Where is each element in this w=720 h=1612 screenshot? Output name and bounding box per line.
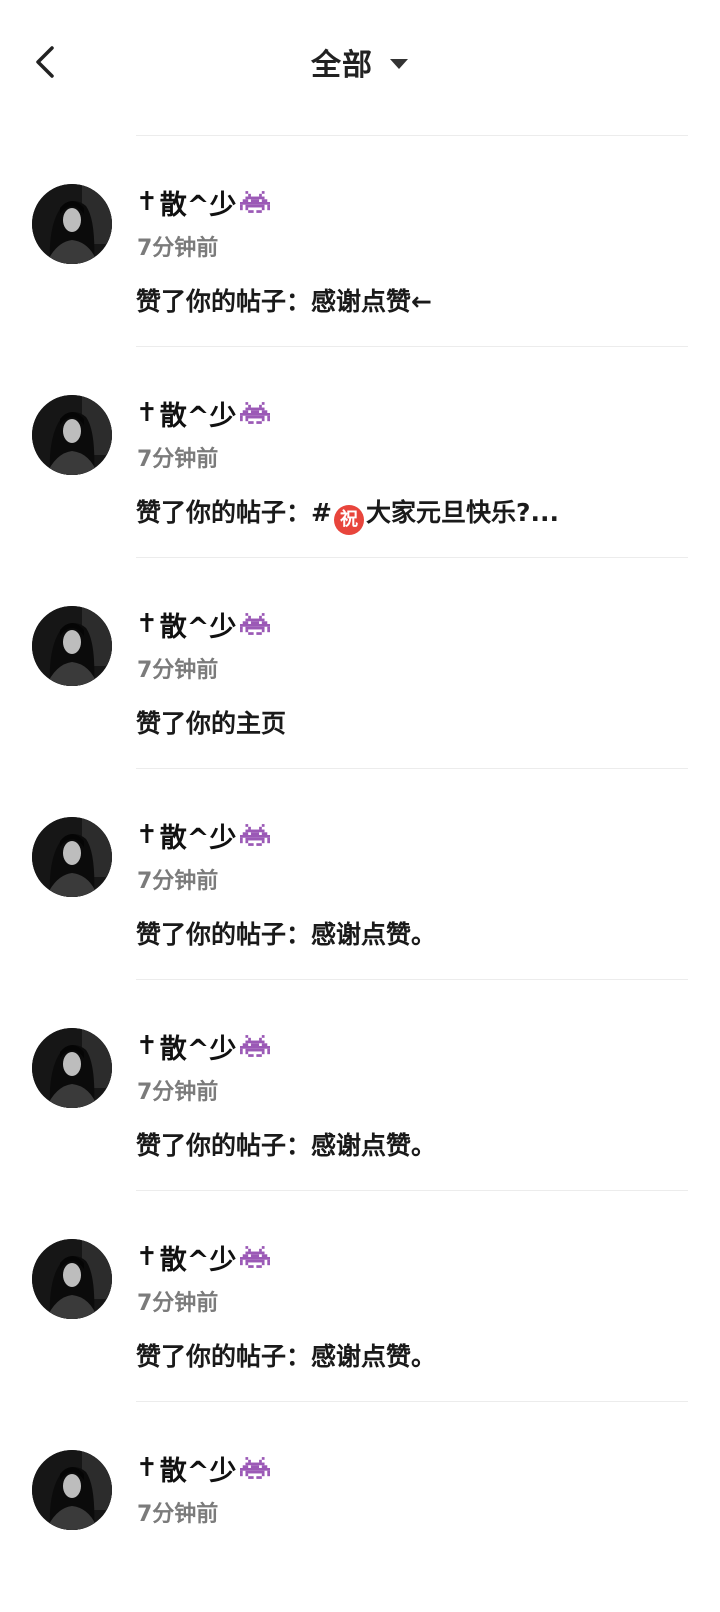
cross-icon: ✝ bbox=[136, 1031, 158, 1061]
username-text: 散^少 bbox=[159, 1244, 237, 1276]
username-text: 散^少 bbox=[159, 1455, 237, 1487]
username-text: 散^少 bbox=[159, 822, 237, 854]
username[interactable]: ✝ 散^少 bbox=[136, 395, 271, 432]
avatar-image bbox=[32, 1239, 112, 1319]
cross-icon: ✝ bbox=[136, 398, 158, 428]
timestamp: 7分钟前 bbox=[137, 1080, 219, 1105]
alien-monster-icon bbox=[240, 191, 271, 213]
message-prefix: 赞了你的帖子： bbox=[136, 287, 312, 316]
alien-monster-icon bbox=[240, 402, 271, 424]
username-text: 散^少 bbox=[159, 189, 237, 221]
timestamp: 7分钟前 bbox=[137, 236, 219, 261]
alien-monster-icon bbox=[240, 1246, 271, 1268]
message-prefix: 赞了你的帖子： bbox=[136, 1131, 312, 1160]
timestamp: 7分钟前 bbox=[137, 869, 219, 894]
avatar-image bbox=[32, 817, 112, 897]
top-bar: 全部 bbox=[0, 0, 720, 124]
notification-item[interactable]: ✝ 散^少 7分钟前 赞了你的帖子：感谢点赞。 bbox=[0, 1191, 720, 1401]
username[interactable]: ✝ 散^少 bbox=[136, 606, 271, 643]
message-prefix: 赞了你的帖子： bbox=[136, 1342, 312, 1371]
username[interactable]: ✝ 散^少 bbox=[136, 817, 271, 854]
avatar[interactable] bbox=[32, 1239, 112, 1319]
avatar-image bbox=[32, 1450, 112, 1530]
message-body: 感谢点赞。 bbox=[311, 1131, 437, 1160]
message-prefix: 赞了你的帖子： bbox=[136, 498, 312, 527]
timestamp: 7分钟前 bbox=[137, 447, 219, 472]
notification-message[interactable]: 赞了你的帖子：感谢点赞。 bbox=[136, 915, 436, 951]
username[interactable]: ✝ 散^少 bbox=[136, 1239, 271, 1276]
avatar-image bbox=[32, 1028, 112, 1108]
message-prefix: 赞了你的主页 bbox=[136, 709, 287, 738]
filter-dropdown[interactable]: 全部 bbox=[0, 38, 720, 86]
message-body: 感谢点赞← bbox=[311, 287, 432, 316]
username-text: 散^少 bbox=[159, 400, 237, 432]
timestamp: 7分钟前 bbox=[137, 658, 219, 683]
username[interactable]: ✝ 散^少 bbox=[136, 1450, 271, 1487]
message-body: 感谢点赞。 bbox=[311, 920, 437, 949]
notification-message[interactable]: 赞了你的帖子：# 祝大家元旦快乐?... bbox=[136, 493, 559, 535]
avatar[interactable] bbox=[32, 395, 112, 475]
notification-message[interactable]: 赞了你的帖子：感谢点赞。 bbox=[136, 1126, 436, 1162]
alien-monster-icon bbox=[240, 1457, 271, 1479]
message-prefix: 赞了你的帖子： bbox=[136, 920, 312, 949]
avatar[interactable] bbox=[32, 1450, 112, 1530]
avatar[interactable] bbox=[32, 1028, 112, 1108]
avatar-image bbox=[32, 184, 112, 264]
username-text: 散^少 bbox=[159, 1033, 237, 1065]
avatar-image bbox=[32, 606, 112, 686]
notification-item[interactable]: ✝ 散^少 7分钟前 赞了你的帖子：感谢点赞← bbox=[0, 136, 720, 346]
username-text: 散^少 bbox=[159, 611, 237, 643]
cross-icon: ✝ bbox=[136, 1453, 158, 1483]
message-body: 大家元旦快乐?... bbox=[365, 498, 559, 527]
notification-message[interactable]: 赞了你的帖子：感谢点赞。 bbox=[136, 1337, 436, 1373]
blessing-emoji-icon: 祝 bbox=[333, 505, 364, 535]
message-body: 感谢点赞。 bbox=[311, 1342, 437, 1371]
notification-message[interactable]: 赞了你的帖子：感谢点赞← bbox=[136, 282, 432, 318]
username[interactable]: ✝ 散^少 bbox=[136, 1028, 271, 1065]
notification-list: ✝ 散^少 7分钟前 赞了你的帖子：感谢点赞← ✝ 散^少 7分钟前 赞了你的帖… bbox=[0, 135, 720, 1612]
avatar-image bbox=[32, 395, 112, 475]
cross-icon: ✝ bbox=[136, 187, 158, 217]
avatar[interactable] bbox=[32, 184, 112, 264]
notification-item[interactable]: ✝ 散^少 7分钟前 赞了你的帖子：感谢点赞。 bbox=[0, 769, 720, 979]
page-title: 全部 bbox=[311, 48, 373, 83]
timestamp: 7分钟前 bbox=[137, 1502, 219, 1527]
avatar[interactable] bbox=[32, 817, 112, 897]
alien-monster-icon bbox=[240, 824, 271, 846]
alien-monster-icon bbox=[240, 613, 271, 635]
avatar[interactable] bbox=[32, 606, 112, 686]
username[interactable]: ✝ 散^少 bbox=[136, 184, 271, 221]
notification-message[interactable]: 赞了你的主页 bbox=[136, 704, 286, 740]
alien-monster-icon bbox=[240, 1035, 271, 1057]
cross-icon: ✝ bbox=[136, 609, 158, 639]
notification-item[interactable]: ✝ 散^少 7分钟前 赞了你的主页 bbox=[0, 558, 720, 768]
message-hashtag: # bbox=[311, 498, 332, 527]
cross-icon: ✝ bbox=[136, 820, 158, 850]
cross-icon: ✝ bbox=[136, 1242, 158, 1272]
timestamp: 7分钟前 bbox=[137, 1291, 219, 1316]
caret-down-icon bbox=[390, 59, 408, 69]
notification-item[interactable]: ✝ 散^少 7分钟前 赞了你的帖子：感谢点赞。 bbox=[0, 980, 720, 1190]
notification-item[interactable]: ✝ 散^少 7分钟前 赞了你的帖子：# 祝大家元旦快乐?... bbox=[0, 347, 720, 557]
notification-item[interactable]: ✝ 散^少 7分钟前 bbox=[0, 1402, 720, 1612]
